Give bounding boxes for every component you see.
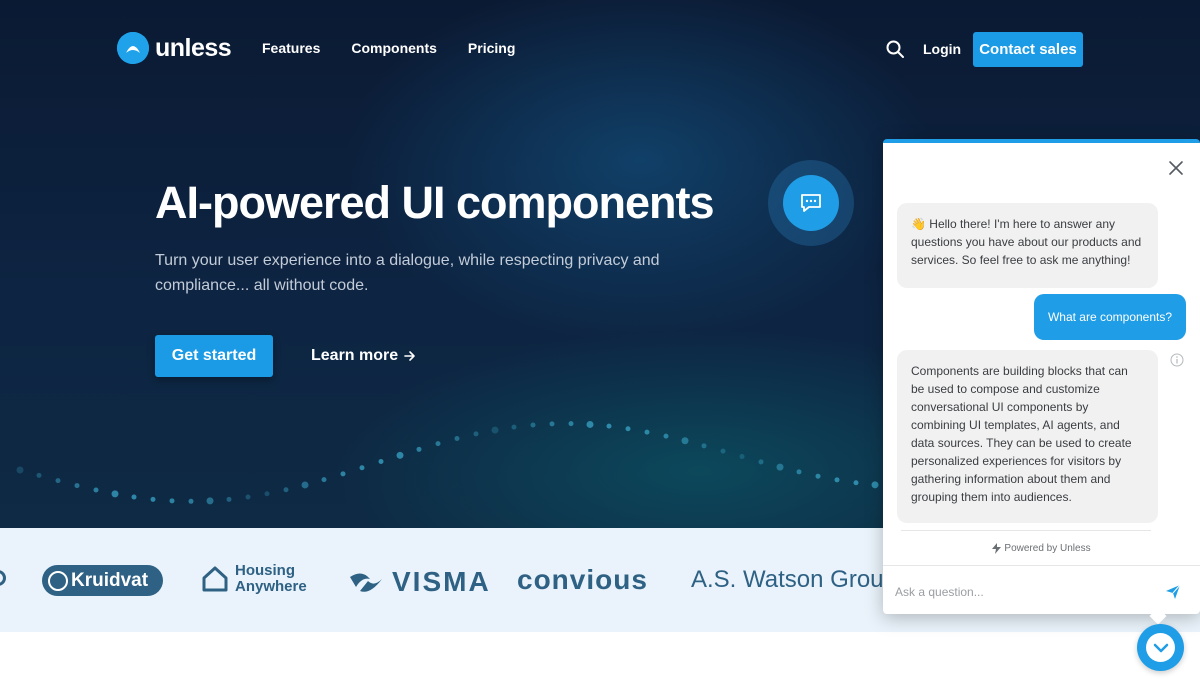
decorative-dot (93, 487, 99, 493)
convious-logo: convious (517, 564, 648, 595)
nav-item-pricing[interactable]: Pricing (468, 40, 515, 56)
close-icon[interactable] (1168, 160, 1184, 176)
chat-launcher-button[interactable] (1137, 624, 1184, 671)
bot-greeting-message: 👋 Hello there! I'm here to answer any qu… (897, 203, 1158, 288)
decorative-dot (340, 471, 346, 477)
brand-name: unless (155, 33, 232, 62)
decorative-dot (16, 466, 24, 474)
decorative-dot (530, 422, 536, 428)
divider (883, 565, 1200, 566)
decorative-dot (758, 459, 764, 465)
decorative-dot (644, 429, 650, 435)
housing-anywhere-logo: Housing Anywhere (201, 563, 307, 595)
question-input[interactable] (895, 581, 1155, 603)
page-title: AI-powered UI components (155, 177, 715, 228)
decorative-dot (131, 494, 137, 500)
learn-more-link[interactable]: Learn more (311, 347, 416, 365)
decorative-dot (834, 477, 840, 483)
decorative-dot (301, 481, 309, 489)
search-icon[interactable] (885, 39, 905, 59)
decorative-dot (111, 490, 119, 498)
watson-logo: A.S. Watson Group (691, 566, 897, 593)
decorative-dot (74, 483, 80, 489)
decorative-dot (226, 496, 232, 502)
housing-line2: Anywhere (235, 578, 307, 595)
user-message: What are components? (1034, 294, 1186, 340)
bot-answer-message: Components are building blocks that can … (897, 350, 1158, 523)
get-started-button[interactable]: Get started (155, 335, 273, 377)
decorative-dot (681, 437, 689, 445)
decorative-dot (435, 441, 441, 447)
brand-logo[interactable]: unless (117, 32, 232, 64)
decorative-dot (55, 478, 61, 484)
main-nav: Features Components Pricing (262, 40, 515, 56)
decorative-dot (150, 496, 156, 502)
learn-more-label: Learn more (311, 347, 399, 364)
nav-item-features[interactable]: Features (262, 40, 320, 56)
decorative-dot (511, 424, 517, 430)
chat-bubble-icon (768, 160, 854, 246)
visma-label: VISMA (392, 566, 491, 597)
decorative-dot (568, 421, 574, 427)
decorative-dot (853, 480, 859, 486)
send-icon[interactable] (1165, 584, 1181, 600)
decorative-dot (663, 433, 669, 439)
decorative-dot (776, 463, 784, 471)
decorative-dot (796, 469, 802, 475)
chevron-down-icon (1153, 643, 1168, 652)
decorative-dot (396, 451, 404, 459)
decorative-dot (473, 431, 479, 437)
decorative-dot (206, 497, 214, 505)
decorative-dot (491, 426, 499, 434)
decorative-dot (586, 420, 594, 428)
decorative-dot (416, 446, 422, 452)
bolt-icon (992, 543, 1002, 554)
powered-by-label: Powered by Unless (1004, 543, 1091, 554)
partial-logo (0, 570, 6, 586)
decorative-dot (36, 472, 42, 478)
hero-subtitle: Turn your user experience into a dialogu… (155, 252, 660, 294)
decorative-dot (549, 421, 555, 427)
decorative-dot (169, 498, 175, 504)
decorative-dot (359, 465, 365, 471)
decorative-dot (378, 459, 384, 465)
decorative-dot (871, 481, 879, 489)
decorative-dot (739, 454, 745, 460)
house-icon (202, 566, 228, 592)
visma-mark-icon (350, 573, 382, 592)
powered-by[interactable]: Powered by Unless (883, 543, 1200, 554)
chat-widget: 👋 Hello there! I'm here to answer any qu… (883, 139, 1200, 614)
decorative-dot (815, 473, 821, 479)
decorative-dot (606, 423, 612, 429)
decorative-dot (701, 443, 707, 449)
nav-item-components[interactable]: Components (351, 40, 437, 56)
decorative-dot (625, 426, 631, 432)
info-icon[interactable] (1170, 353, 1184, 367)
decorative-dot (283, 487, 289, 493)
kruidvat-label: Kruidvat (71, 569, 149, 591)
decorative-dot (720, 448, 726, 454)
decorative-dot (264, 491, 270, 497)
divider (901, 530, 1151, 531)
decorative-dot (454, 435, 460, 441)
housing-line1: Housing (235, 562, 295, 579)
login-link[interactable]: Login (923, 41, 961, 57)
visma-logo: VISMA (348, 566, 491, 598)
decorative-dot (188, 498, 194, 504)
arrow-right-icon (404, 351, 415, 361)
contact-sales-button[interactable]: Contact sales (973, 32, 1083, 67)
decorative-dot (321, 477, 327, 483)
logo-icon (117, 32, 149, 64)
kruidvat-logo: Kruidvat (42, 565, 163, 596)
decorative-dot (245, 494, 251, 500)
